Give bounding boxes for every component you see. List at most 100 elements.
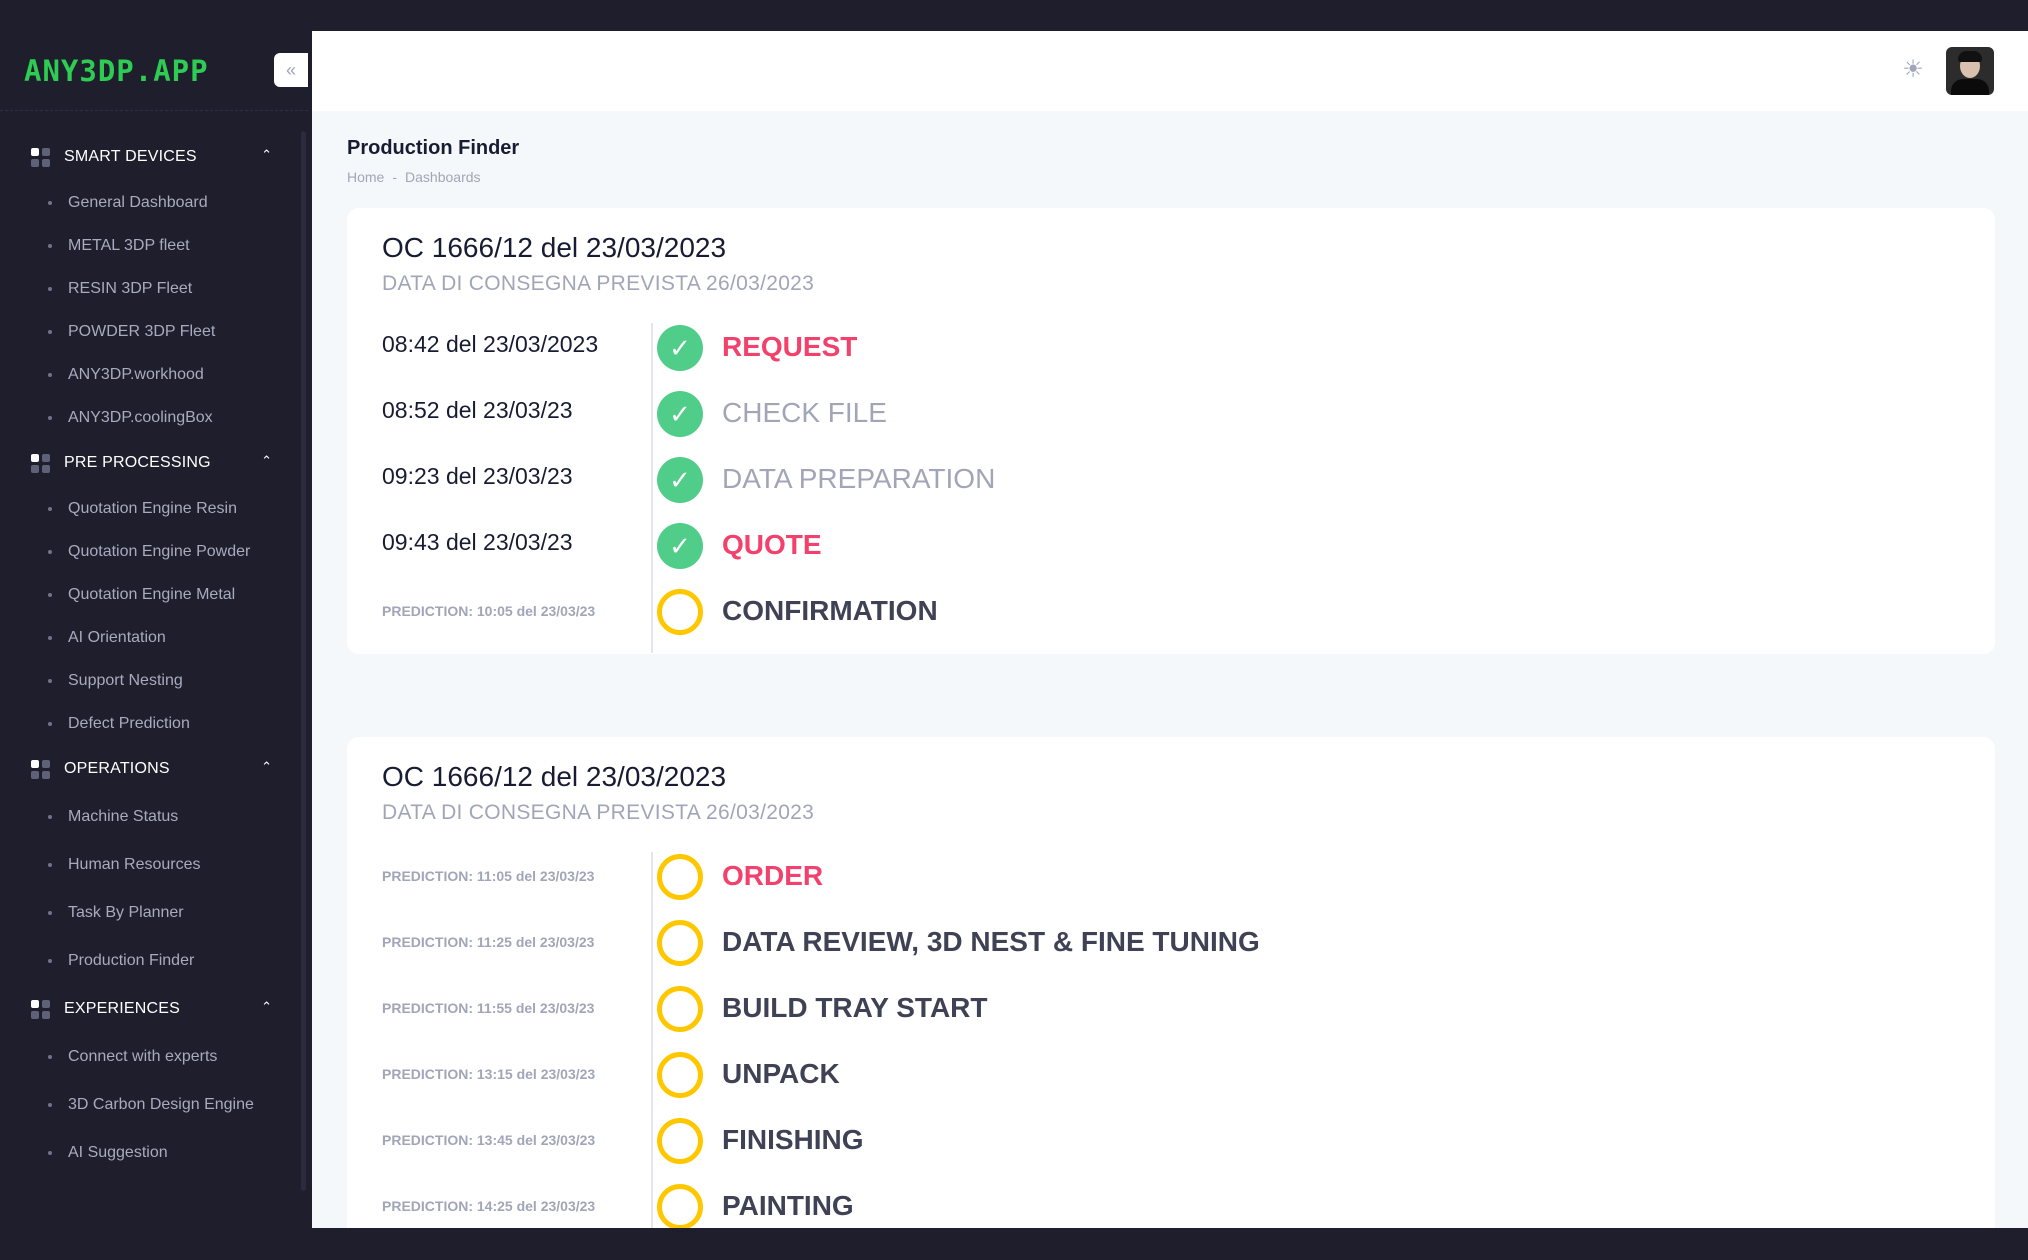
sidebar-item-label: ANY3DP.coolingBox	[68, 408, 213, 426]
step-time: 08:52 del 23/03/23	[382, 397, 573, 423]
pending-circle-icon	[657, 1184, 703, 1228]
bullet-icon	[48, 1055, 52, 1059]
chevron-up-icon[interactable]: ⌃	[261, 999, 272, 1015]
sidebar-item[interactable]: Quotation Engine Powder	[0, 530, 308, 573]
sidebar-item-label: Quotation Engine Metal	[68, 585, 236, 603]
pending-circle-icon	[657, 1118, 703, 1164]
bullet-icon	[48, 721, 52, 726]
theme-toggle-button[interactable]: ☀	[1899, 55, 1927, 83]
bullet-icon	[48, 200, 52, 205]
bullet-icon	[48, 959, 52, 963]
sidebar-item[interactable]: ANY3DP.coolingBox	[0, 396, 308, 439]
apps-grid-icon	[31, 759, 50, 779]
step-label: DATA PREPARATION	[722, 463, 996, 494]
sidebar-section[interactable]: EXPERIENCES ⌃	[0, 985, 308, 1033]
sidebar-section-label: SMART DEVICES	[64, 148, 197, 165]
check-icon: ✓	[657, 391, 703, 437]
sidebar-item[interactable]: Machine Status	[0, 793, 308, 841]
sidebar-item-label: Human Resources	[68, 856, 201, 873]
bullet-icon	[48, 549, 52, 554]
avatar-hair	[1958, 51, 1982, 62]
order-card: OC 1666/12 del 23/03/2023 DATA DI CONSEG…	[347, 737, 1995, 1228]
step-time: 09:23 del 23/03/23	[382, 463, 573, 489]
sidebar-item[interactable]: Quotation Engine Resin	[0, 487, 308, 530]
apps-grid-icon	[31, 999, 50, 1019]
step-time: PREDICTION: 13:15 del 23/03/23	[382, 1066, 596, 1082]
timeline-line	[651, 852, 653, 1228]
sidebar-item[interactable]: ANY3DP.workhood	[0, 353, 308, 396]
main-area: ☀ Production Finder Home - Dashboards OC…	[312, 31, 2028, 1228]
bullet-icon	[48, 415, 52, 420]
step-time: PREDICTION: 11:55 del 23/03/23	[382, 1000, 595, 1016]
bullet-icon	[48, 592, 52, 597]
sidebar-section[interactable]: SMART DEVICES ⌃	[0, 133, 308, 181]
timeline-step: PREDICTION: 13:15 del 23/03/23 UNPACK	[382, 1050, 1882, 1100]
step-label: CHECK FILE	[722, 397, 887, 428]
timeline-step: PREDICTION: 11:25 del 23/03/23 DATA REVIE…	[382, 918, 1882, 968]
collapse-sidebar-button[interactable]: «	[274, 53, 308, 87]
timeline-step: PREDICTION: 10:05 del 23/03/23 CONFIRMATI…	[382, 587, 1882, 637]
chevron-up-icon[interactable]: ⌃	[261, 759, 272, 775]
timeline-step: PREDICTION: 14:25 del 23/03/23 PAINTING	[382, 1182, 1882, 1228]
sidebar-item[interactable]: RESIN 3DP Fleet	[0, 267, 308, 310]
sidebar-item[interactable]: Quotation Engine Metal	[0, 573, 308, 616]
sidebar-section[interactable]: PRE PROCESSING ⌃	[0, 439, 308, 487]
bullet-icon	[48, 815, 52, 819]
app-logo[interactable]: ANY3DP.APP	[24, 54, 209, 88]
timeline-step: 08:42 del 23/03/2023 ✓ REQUEST	[382, 323, 1882, 373]
sidebar-submenu: Machine Status Human Resources Task By Pla…	[0, 793, 308, 985]
breadcrumb-home[interactable]: Home	[347, 169, 384, 185]
sidebar-item-label: General Dashboard	[68, 193, 208, 211]
sidebar-scrollbar[interactable]	[301, 131, 306, 1191]
sidebar-item-label: Task By Planner	[68, 904, 184, 921]
pending-circle-icon	[657, 589, 703, 635]
check-icon: ✓	[657, 325, 703, 371]
chevron-up-icon[interactable]: ⌃	[261, 147, 272, 163]
bullet-icon	[48, 1151, 52, 1155]
sidebar-item[interactable]: Defect Prediction	[0, 702, 308, 745]
timeline-step: PREDICTION: 11:55 del 23/03/23 BUILD TRAY…	[382, 984, 1882, 1034]
sidebar-item[interactable]: General Dashboard	[0, 181, 308, 224]
sidebar-item-label: Machine Status	[68, 808, 179, 825]
bullet-icon	[48, 911, 52, 915]
top-bar: ☀	[312, 31, 2028, 111]
sidebar-item[interactable]: Task By Planner	[0, 889, 308, 937]
breadcrumb-dashboards[interactable]: Dashboards	[405, 169, 481, 185]
sidebar-item-label: 3D Carbon Design Engine	[68, 1096, 254, 1113]
double-chevron-left-icon: «	[285, 59, 296, 80]
sidebar-item-label: Quotation Engine Powder	[68, 542, 251, 560]
step-label: DATA REVIEW, 3D NEST & FINE TUNING	[722, 926, 1260, 957]
pending-circle-icon	[657, 920, 703, 966]
step-label: REQUEST	[722, 331, 858, 362]
sidebar-item[interactable]: AI Orientation	[0, 616, 308, 659]
step-time: PREDICTION: 14:25 del 23/03/23	[382, 1198, 596, 1214]
sidebar-section[interactable]: OPERATIONS ⌃	[0, 745, 308, 793]
sidebar-item[interactable]: Human Resources	[0, 841, 308, 889]
timeline-step: 09:43 del 23/03/23 ✓ QUOTE	[382, 521, 1882, 571]
bullet-icon	[48, 635, 52, 640]
sidebar-item[interactable]: METAL 3DP fleet	[0, 224, 308, 267]
sidebar-item-label: RESIN 3DP Fleet	[68, 279, 193, 297]
sidebar-item[interactable]: Production Finder	[0, 937, 308, 985]
order-card: OC 1666/12 del 23/03/2023 DATA DI CONSEG…	[347, 208, 1995, 654]
sidebar-item-label: AI Orientation	[68, 628, 166, 646]
chevron-up-icon[interactable]: ⌃	[261, 453, 272, 469]
sidebar-submenu: General Dashboard METAL 3DP fleet RESIN 3D…	[0, 181, 308, 439]
sidebar-menu: SMART DEVICES ⌃ General Dashboard METAL 3DP…	[0, 111, 308, 1177]
sidebar-submenu: Connect with experts 3D Carbon Design Eng…	[0, 1033, 308, 1177]
sidebar-item-label: Support Nesting	[68, 671, 183, 689]
order-title: OC 1666/12 del 23/03/2023	[382, 761, 727, 792]
timeline-step: PREDICTION: 11:05 del 23/03/23 ORDER	[382, 852, 1882, 902]
check-icon: ✓	[657, 523, 703, 569]
step-time: PREDICTION: 11:25 del 23/03/23	[382, 934, 595, 950]
sidebar-item-label: ANY3DP.workhood	[68, 365, 204, 383]
sidebar-item[interactable]: AI Suggestion	[0, 1129, 308, 1177]
sidebar-item[interactable]: Support Nesting	[0, 659, 308, 702]
user-avatar[interactable]	[1946, 47, 1994, 95]
sidebar-item[interactable]: Connect with experts	[0, 1033, 308, 1081]
sidebar-item[interactable]: POWDER 3DP Fleet	[0, 310, 308, 353]
step-time: PREDICTION: 10:05 del 23/03/23	[382, 603, 596, 619]
sidebar-item-label: Defect Prediction	[68, 714, 190, 732]
sidebar-item[interactable]: 3D Carbon Design Engine	[0, 1081, 308, 1129]
logo-row: ANY3DP.APP «	[0, 31, 308, 111]
